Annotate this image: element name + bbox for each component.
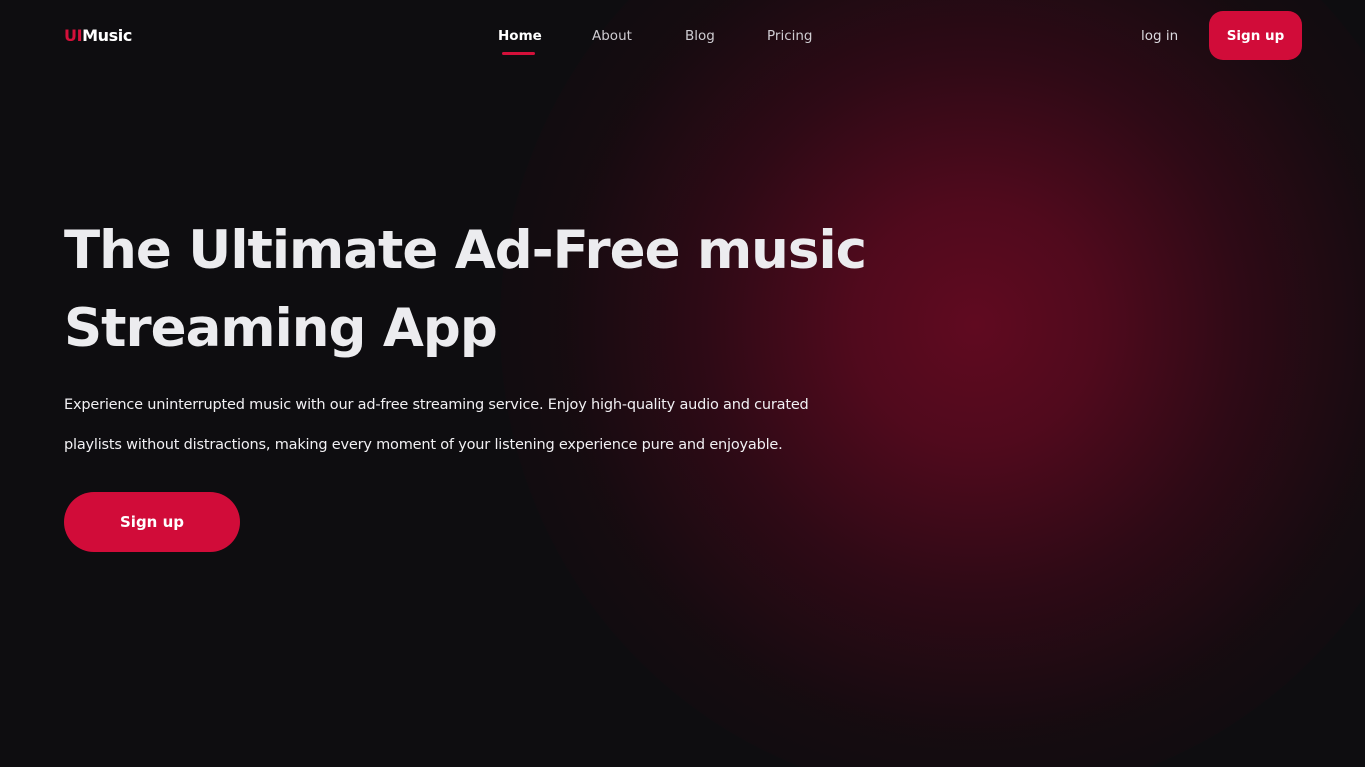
nav-item-pricing[interactable]: Pricing — [767, 27, 813, 45]
hero-title-line-1: The Ultimate Ad-Free music — [64, 220, 867, 281]
hero-signup-button[interactable]: Sign up — [64, 492, 240, 552]
hero-title: The Ultimate Ad-Free music Streaming App — [64, 212, 894, 368]
landing-page: UIMusic Home About Blog Pricing log in S… — [0, 0, 1365, 767]
header-signup-button[interactable]: Sign up — [1209, 11, 1302, 60]
nav-item-home[interactable]: Home — [498, 27, 542, 45]
nav-active-indicator — [502, 52, 535, 55]
login-link[interactable]: log in — [1141, 27, 1178, 45]
nav-item-about[interactable]: About — [592, 27, 632, 45]
hero-title-line-2: Streaming App — [64, 298, 498, 359]
hero-description: Experience uninterrupted music with our … — [64, 397, 809, 453]
nav-item-blog[interactable]: Blog — [685, 27, 715, 45]
site-header: UIMusic Home About Blog Pricing log in S… — [0, 0, 1365, 72]
background-glow — [500, 0, 1365, 767]
